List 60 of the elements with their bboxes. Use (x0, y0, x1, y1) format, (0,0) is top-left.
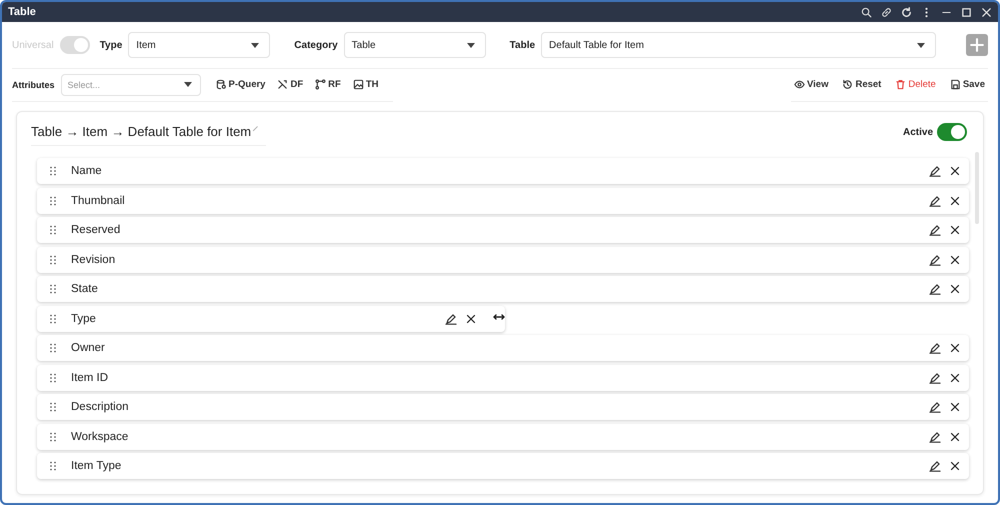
close-icon (949, 372, 961, 384)
column-row[interactable]: Name (37, 158, 969, 184)
add-button[interactable] (966, 34, 988, 56)
close-icon (949, 224, 961, 236)
database-icon (216, 79, 226, 90)
close-icon (949, 430, 961, 442)
card-title: Table → Item → Default Table for Item (31, 124, 252, 139)
caret-icon (466, 42, 475, 48)
caret-icon (184, 82, 192, 87)
link-icon (881, 6, 892, 18)
maximize-icon (961, 6, 972, 18)
filter-label: Table (510, 40, 536, 50)
filter-label: Type (100, 40, 122, 50)
close-icon (949, 283, 961, 295)
column-row[interactable]: Item ID (37, 364, 969, 390)
active-label: Active (902, 126, 933, 138)
tool-button[interactable]: RF (312, 79, 344, 90)
close-icon (981, 6, 992, 18)
reset-button[interactable]: Reset (839, 79, 884, 90)
eye-icon (794, 79, 805, 90)
close-icon (949, 342, 961, 354)
caret-icon (917, 42, 926, 48)
column-row[interactable]: Description (37, 394, 969, 420)
dropdown[interactable]: Default Table for Item (541, 32, 936, 58)
image-icon (352, 79, 364, 90)
history-icon (842, 79, 854, 90)
column-row[interactable]: Thumbnail (37, 188, 969, 214)
window-title: Table (8, 6, 37, 18)
tool-button[interactable]: P-Query (212, 79, 268, 90)
tool-button[interactable]: DF (274, 79, 306, 90)
refresh-icon (901, 6, 912, 18)
search-icon (861, 6, 872, 18)
column-row[interactable]: Type (37, 306, 505, 332)
column-row[interactable]: Owner (37, 335, 969, 361)
filter-label: Category (294, 40, 338, 50)
column-row[interactable]: Revision (37, 246, 969, 272)
delete-button[interactable]: Delete (892, 79, 939, 90)
view-button[interactable]: View (790, 79, 832, 90)
nodes-icon (315, 79, 326, 90)
trash-icon (895, 79, 906, 90)
close-icon (949, 460, 961, 472)
close-icon (949, 254, 961, 266)
active-toggle[interactable] (937, 123, 967, 141)
tool-button[interactable]: TH (350, 79, 382, 90)
floppy-icon (950, 79, 961, 90)
caret-icon (251, 42, 260, 48)
save-button[interactable]: Save (946, 79, 988, 90)
column-row[interactable]: State (37, 276, 969, 302)
plus-icon (970, 38, 984, 52)
close-icon (949, 194, 961, 206)
close-icon (949, 165, 961, 177)
column-row[interactable]: Reserved (37, 217, 969, 243)
cross-tool-icon (277, 79, 288, 90)
dropdown[interactable]: Table (344, 32, 486, 58)
dropdown[interactable]: Item (128, 32, 270, 58)
close-icon (949, 401, 961, 413)
attributes-label: Attributes (12, 80, 54, 90)
column-row[interactable]: Workspace (37, 424, 969, 450)
column-row[interactable]: Item Type (37, 453, 969, 479)
close-icon (465, 312, 477, 324)
